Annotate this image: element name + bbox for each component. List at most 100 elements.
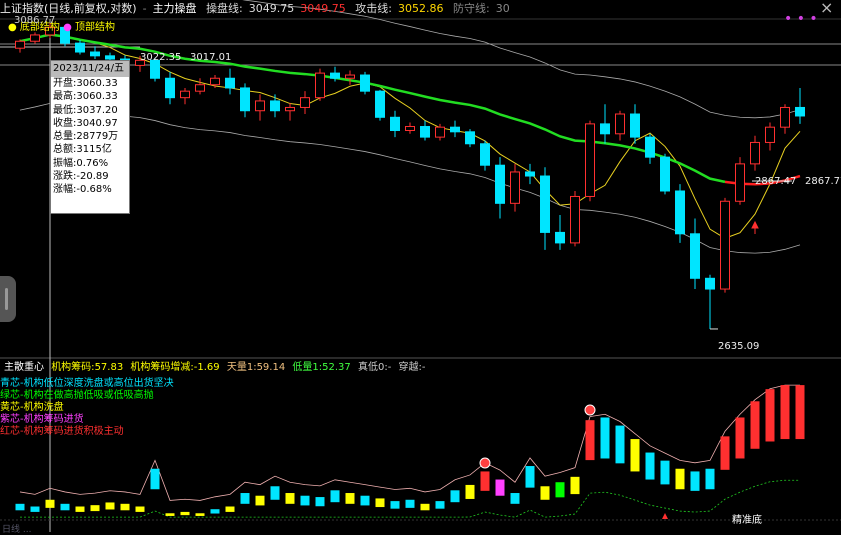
tooltip-date: 2023/11/24/五 <box>51 61 129 77</box>
sub-bar <box>555 482 565 498</box>
candle-body <box>435 126 445 138</box>
bottom-status: 日线 ... <box>2 525 32 535</box>
side-panel-handle[interactable] <box>0 276 16 322</box>
sub-bar <box>300 495 310 506</box>
candle-body <box>15 40 25 49</box>
sub-bar <box>765 389 775 442</box>
sub-bar <box>90 505 100 512</box>
hline-label-2: 3017.01 <box>190 52 232 63</box>
candle-body <box>375 90 385 118</box>
index-title[interactable]: 上证指数(日线,前复权,对数) <box>0 2 137 15</box>
candle-body <box>585 123 595 197</box>
sub-bar <box>315 497 325 507</box>
tooltip-close: 收盘:3040.97 <box>53 117 118 129</box>
candle-body <box>615 113 625 135</box>
max-price-label: 3086.77 <box>14 15 56 26</box>
sub-legend-item: 青芯-机构低位深度洗盘或高位出货坚决 <box>0 378 174 389</box>
sub-bar <box>735 417 745 459</box>
sub-bar <box>420 503 430 511</box>
sub-legend-item: 紫芯-机构筹码进货 <box>0 414 84 425</box>
sub-bar <box>630 439 640 472</box>
sub-bar <box>600 417 610 459</box>
sub-bar <box>435 501 445 509</box>
sub-bar <box>375 498 385 508</box>
candle-body <box>390 116 400 131</box>
tooltip-high: 最高:3060.33 <box>53 91 118 103</box>
sub-bar <box>705 468 715 490</box>
indicator-name[interactable]: 主力操盘 <box>153 2 197 15</box>
sub-bar <box>690 471 700 491</box>
sub-bar <box>225 506 235 512</box>
sub-bar <box>45 499 55 508</box>
candle-body <box>600 123 610 135</box>
sub-header: 主散重心 机构筹码:57.83 机构筹码增减:-1.69 天量1:59.14 低… <box>4 362 426 373</box>
sub-legend-item: 红芯-机构筹码进货积极主动 <box>0 426 124 437</box>
candle-body <box>645 136 655 158</box>
sub-bar <box>120 503 130 511</box>
candle-body <box>270 100 280 112</box>
signal-ball-icon <box>479 457 491 469</box>
candle-body <box>405 126 415 131</box>
line2-label: 攻击线: <box>355 2 392 15</box>
candle-body <box>90 51 100 57</box>
sub-bar <box>660 460 670 485</box>
upper-envelope-line <box>242 0 801 119</box>
sub-legend-item: 绿芯-机构在做高抛低吸或低吸高抛 <box>0 390 154 401</box>
candle-body <box>780 106 790 128</box>
candle-body <box>660 156 670 192</box>
sub-bar <box>795 385 805 440</box>
candle-body <box>255 100 265 112</box>
sub-bar <box>195 513 205 516</box>
candle-body <box>330 72 340 79</box>
sub-bar <box>645 452 655 480</box>
candle-body <box>285 106 295 112</box>
sub-bar <box>105 502 115 510</box>
right-label-2: 2867.77 <box>805 176 841 187</box>
tooltip-change-pct: 涨幅:-0.68% <box>53 184 112 196</box>
candle-body <box>420 126 430 138</box>
candle-body <box>540 175 550 233</box>
candle-body <box>30 34 40 42</box>
candle-body <box>225 77 235 89</box>
candle-body <box>75 42 85 53</box>
candle-body <box>675 190 685 235</box>
candle-body <box>720 200 730 290</box>
separator: - <box>142 2 147 15</box>
sub-bar <box>150 468 160 490</box>
sub-indicator-name[interactable]: 主散重心 <box>4 362 44 373</box>
candle-body <box>495 164 505 204</box>
tooltip-amount: 总额:3115亿 <box>53 144 112 156</box>
candle-body <box>555 231 565 244</box>
candle-body <box>690 233 700 279</box>
right-label-1: 2867.47 <box>755 176 797 187</box>
candle-body <box>300 97 310 108</box>
sub-bar <box>345 493 355 504</box>
sub-bar <box>180 511 190 516</box>
sub-bar <box>675 468 685 490</box>
candle-body <box>510 171 520 204</box>
tooltip-amplitude: 振幅:0.76% <box>53 157 109 169</box>
sub-bar <box>540 486 550 500</box>
more-options-icon[interactable]: • • • <box>784 8 822 27</box>
sub-bar <box>405 499 415 508</box>
candle-body <box>180 90 190 99</box>
sub-bar <box>780 385 790 440</box>
sub-bar <box>210 509 220 514</box>
line1-value2: 3049.75 <box>300 2 346 15</box>
candle-body <box>360 74 370 92</box>
candle-body <box>195 84 205 92</box>
sub-bar <box>585 420 595 461</box>
close-icon[interactable]: × <box>820 0 833 17</box>
sub-bar <box>720 436 730 470</box>
sub-bar <box>165 513 175 516</box>
bottom-up-arrow-icon <box>662 513 668 519</box>
sub-legend-item: 黄芯-机构洗盘 <box>0 402 64 413</box>
sub-bar <box>75 506 85 512</box>
sub-bar <box>270 486 280 500</box>
candle-body <box>795 106 805 117</box>
candle-body <box>465 131 475 145</box>
sub-bar <box>495 479 505 496</box>
candle-body <box>525 171 535 177</box>
sub-bar <box>285 493 295 504</box>
sub-bar <box>240 493 250 504</box>
